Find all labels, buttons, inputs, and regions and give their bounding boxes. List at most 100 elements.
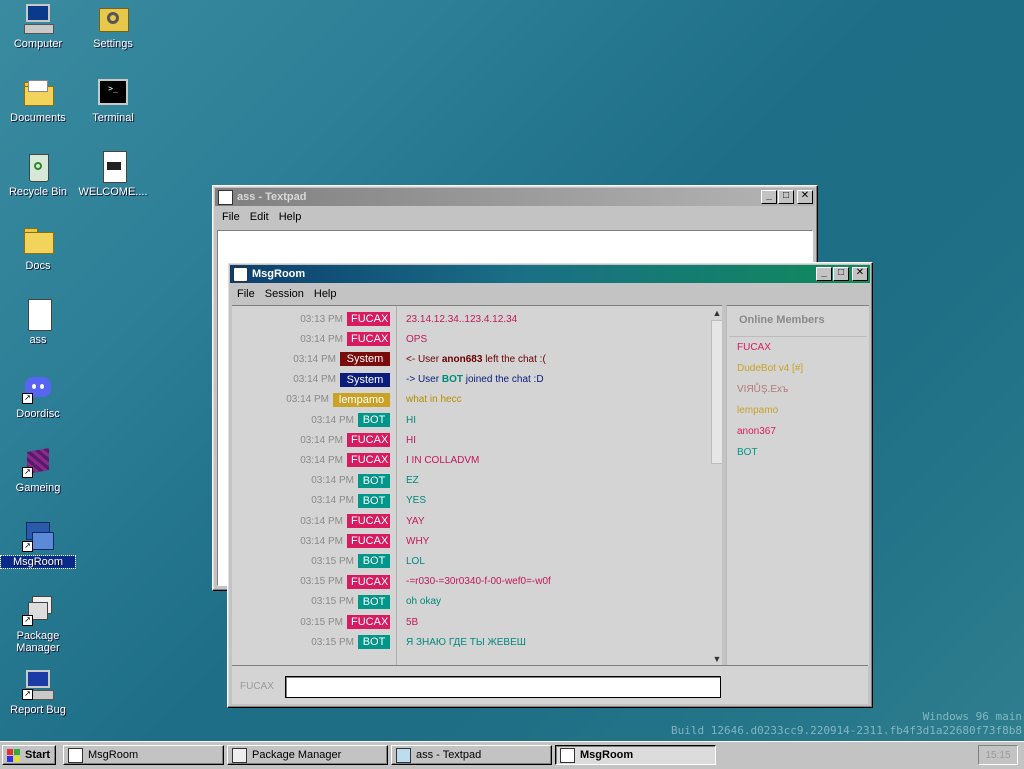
message-timestamp: 03:14 PM [293, 374, 336, 386]
message-username-badge[interactable]: BOT [358, 493, 390, 508]
chat-log[interactable]: ▲ ▼ 03:13 PM FUCAX 23.14.12.34..123.4.12.3… [232, 305, 722, 666]
textpad-titlebar[interactable]: ass - Textpad _ □ ✕ [215, 188, 815, 206]
desktop-icon-docs[interactable]: Docs [1, 224, 75, 272]
message-text: YAY [406, 515, 425, 527]
message-text: LOL [406, 555, 425, 567]
message-timestamp: 03:15 PM [311, 596, 354, 608]
task-textpad[interactable]: ass - Textpad [391, 745, 552, 765]
document-icon [97, 150, 129, 183]
message-username-badge[interactable]: FUCAX [347, 332, 390, 347]
member-item[interactable]: anon367 [727, 421, 869, 442]
message-username-badge[interactable]: FUCAX [347, 514, 390, 528]
menu-help[interactable]: Help [274, 211, 307, 223]
folder-icon [22, 76, 54, 108]
message-username-badge[interactable]: BOT [358, 473, 390, 488]
desktop-icon-settings[interactable]: Settings [76, 2, 150, 50]
message-username-badge[interactable]: FUCAX [347, 433, 390, 448]
task-package-manager[interactable]: Package Manager [227, 745, 388, 765]
scrollbar-thumb[interactable] [711, 320, 722, 464]
message-username: anon683 [441, 353, 483, 365]
chat-bubble-icon [560, 747, 575, 763]
message-username-badge[interactable]: FUCAX [347, 534, 390, 549]
desktop-icon-package-manager[interactable]: ↗ Package Manager [1, 594, 75, 654]
desktop-icon-doordisc[interactable]: ↗ Doordisc [1, 372, 75, 420]
desktop-icon-label: Package Manager [16, 630, 60, 654]
member-item[interactable]: VΙЯŮŞ.Exъ [727, 379, 869, 400]
message-timestamp: 03:14 PM [300, 515, 343, 527]
desktop-icon-gameing[interactable]: ↗ Gameing [1, 446, 75, 494]
message-username-badge[interactable]: System [340, 352, 390, 367]
start-button[interactable]: Start [2, 745, 56, 765]
message-username-badge[interactable]: BOT [358, 635, 390, 650]
scroll-up-arrow-icon[interactable]: ▲ [710, 306, 722, 320]
menu-file[interactable]: File [217, 211, 245, 223]
message-username-badge[interactable]: BOT [358, 594, 390, 609]
menu-file[interactable]: File [232, 288, 260, 300]
system-clock: 15:15 [978, 745, 1018, 765]
message-username-badge[interactable]: BOT [358, 413, 390, 427]
desktop-icon-label: Gameing [15, 482, 61, 494]
message-username-badge[interactable]: BOT [358, 554, 390, 569]
desktop-icon-terminal[interactable]: >_ Terminal [76, 76, 150, 124]
desktop-icon-ass[interactable]: ass [1, 298, 75, 346]
task-msgroom-active[interactable]: MsgRoom [555, 745, 716, 765]
desktop-icon-label: MsgRoom [0, 555, 76, 569]
desktop-icon-computer[interactable]: Computer [1, 2, 75, 50]
message-text: <- User anon683 left the chat :( [406, 354, 546, 365]
desktop-icon-documents[interactable]: Documents [1, 76, 75, 124]
chat-message: 03:15 PM BOT oh okay [232, 593, 710, 611]
menu-edit[interactable]: Edit [245, 211, 274, 223]
chat-message: 03:15 PM BOT Я ЗНАЮ ГДЕ ТЫ ЖЕВЕШ [232, 633, 710, 651]
member-item[interactable]: lempamo [727, 400, 869, 421]
package-icon [232, 747, 247, 763]
message-username-badge[interactable]: lempamo [333, 392, 390, 407]
message-username-badge[interactable]: FUCAX [347, 453, 390, 468]
message-timestamp: 03:14 PM [300, 434, 343, 446]
scroll-down-arrow-icon[interactable]: ▼ [710, 652, 722, 666]
message-input[interactable] [285, 676, 721, 698]
member-item[interactable]: FUCAX [727, 337, 869, 358]
desktop-icon-report-bug[interactable]: ↗ Report Bug [1, 668, 75, 716]
package-icon: ↗ [22, 594, 54, 626]
watermark-line1: Windows 96 main [922, 710, 1022, 723]
member-item[interactable]: BOT [727, 442, 869, 463]
desktop-icon-welcome[interactable]: WELCOME.... [76, 150, 150, 198]
message-username-badge[interactable]: System [340, 372, 390, 387]
msgroom-titlebar[interactable]: MsgRoom _ □ ✕ [230, 265, 870, 283]
task-label: MsgRoom [580, 749, 634, 761]
message-text: -> User BOT joined the chat :D [406, 374, 544, 385]
folder-icon [22, 224, 54, 256]
member-item[interactable]: DudeBot v4 [#] [727, 358, 869, 379]
desktop-icon-msgroom[interactable]: ↗ MsgRoom [0, 520, 76, 569]
message-text: OPS [406, 333, 428, 345]
chat-scrollbar[interactable]: ▲ ▼ [710, 306, 722, 666]
message-timestamp: 03:14 PM [311, 475, 354, 487]
message-username-badge[interactable]: FUCAX [347, 574, 390, 589]
maximize-button[interactable]: □ [778, 190, 794, 204]
desktop-icon-label: Recycle Bin [8, 186, 68, 198]
minimize-button[interactable]: _ [816, 267, 832, 281]
message-text: Я ЗНАЮ ГДЕ ТЫ ЖЕВЕШ [406, 636, 526, 648]
maximize-button[interactable]: □ [833, 267, 849, 281]
message-username-badge[interactable]: FUCAX [347, 615, 390, 629]
message-text-suffix: left the chat :( [482, 353, 546, 365]
message-username-badge[interactable]: FUCAX [347, 312, 390, 326]
menu-help[interactable]: Help [309, 288, 342, 300]
minimize-button[interactable]: _ [761, 190, 777, 204]
close-button[interactable]: ✕ [852, 267, 868, 281]
member-list: FUCAX DudeBot v4 [#] VΙЯŮŞ.Exъ lempamo anon3… [727, 337, 869, 463]
desktop-icon-recycle-bin[interactable]: Recycle Bin [1, 150, 75, 198]
chat-message: 03:15 PM BOT LOL [232, 552, 710, 570]
message-input-row: FUCAX [232, 665, 868, 704]
msgroom-window[interactable]: MsgRoom _ □ ✕ File Session Help ▲ ▼ 03:1… [227, 262, 873, 708]
message-text-suffix: joined the chat :D [462, 374, 544, 386]
chat-message: 03:15 PM FUCAX 5B [232, 613, 710, 631]
close-button[interactable]: ✕ [797, 190, 813, 204]
chat-message: 03:14 PM BOT YES [232, 492, 710, 510]
desktop-icon-label: Report Bug [10, 704, 66, 716]
task-msgroom[interactable]: MsgRoom [63, 745, 224, 765]
message-timestamp: 03:14 PM [293, 353, 336, 365]
message-timestamp: 03:14 PM [311, 495, 354, 507]
msgroom-menubar: File Session Help [228, 285, 872, 303]
menu-session[interactable]: Session [260, 288, 309, 300]
